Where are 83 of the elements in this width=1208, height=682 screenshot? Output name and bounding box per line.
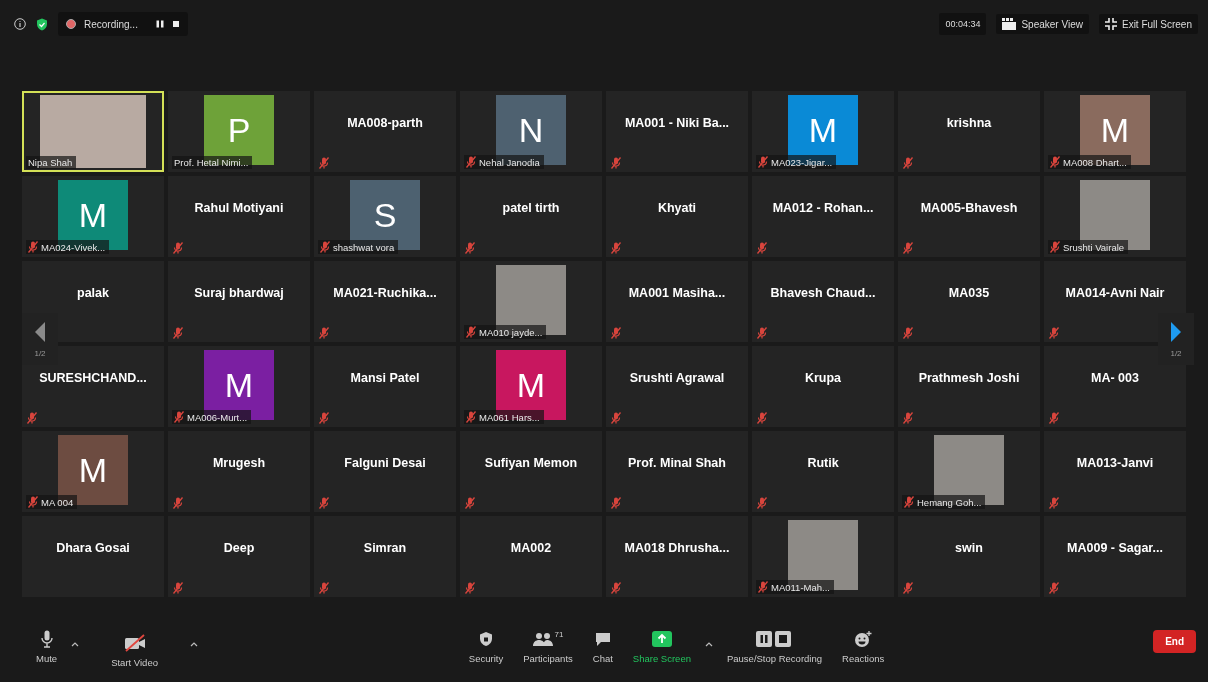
participant-name: Falguni Desai [344, 455, 426, 470]
participant-name: Nipa Shah [28, 157, 73, 168]
participant-name: MA011-Mah... [771, 581, 830, 593]
participant-name: shashwat vora [333, 241, 395, 253]
participant-name: patel tirth [502, 200, 560, 215]
share-button[interactable]: Share Screen [624, 630, 699, 664]
participant-name: MA 004 [41, 496, 74, 508]
participant-name: MA008 Dhart... [1063, 156, 1127, 168]
video-off-icon [122, 634, 147, 652]
participant-name: MA001 - Niki Ba... [624, 115, 730, 130]
participant-name: MA009 - Sagar... [1067, 540, 1163, 555]
participant-name: MA005-Bhavesh [920, 200, 1018, 215]
participant-name: Krupa [804, 370, 842, 385]
participant-name: Mrugesh [212, 455, 266, 470]
participant-name: Khyati [657, 200, 697, 215]
caret-icon [71, 642, 80, 647]
meeting-timer: 00:04:34 [939, 13, 987, 35]
pause-stop-icon [756, 631, 793, 647]
stop-icon[interactable] [171, 20, 180, 28]
record-button[interactable]: Pause/Stop Recording [718, 630, 830, 664]
participant-name: Prathmesh Joshi [918, 370, 1020, 385]
microphone-icon [40, 630, 53, 648]
recording-label: Recording... [84, 18, 138, 30]
participant-name: Bhavesh Chaud... [770, 285, 876, 300]
end-button[interactable]: End [1153, 630, 1196, 653]
participant-name: MA061 Hars... [479, 411, 540, 423]
share-screen-icon [651, 631, 672, 647]
left-arrow-icon [33, 320, 47, 343]
participant-name: Srushti Agrawal [629, 370, 725, 385]
participant-name: MA014-Avni Nair [1065, 285, 1165, 300]
shield-icon[interactable] [36, 17, 48, 31]
participant-name: MA021-Ruchika... [333, 285, 437, 300]
participant-name: Hemang Goh... [917, 496, 982, 508]
participant-name: Suraj bhardwaj [194, 285, 284, 300]
mic-button[interactable]: Mute [28, 630, 66, 664]
exit-full-screen-button[interactable]: Exit Full Screen [1098, 14, 1198, 34]
participant-name: Deep [223, 540, 255, 555]
chat-icon [594, 631, 611, 647]
participant-name: MA018 Dhrusha... [624, 540, 730, 555]
participant-name: MA023-Jigar... [771, 156, 833, 168]
grid-icon [1002, 18, 1017, 30]
participant-name: MA013-Janvi [1076, 455, 1154, 470]
security-icon [478, 631, 493, 647]
participant-name: MA- 003 [1091, 370, 1139, 385]
exit-full-screen-icon [1104, 18, 1117, 30]
participant-name: Dhara Gosai [56, 540, 130, 555]
video-button[interactable]: Start Video [103, 634, 166, 682]
participant-name: MA001 Masiha... [628, 285, 726, 300]
caret-icon [189, 642, 198, 647]
security-button[interactable]: Security [460, 630, 512, 664]
participant-name: SURESHCHAND... [39, 370, 147, 385]
participant-name: Rutik [807, 455, 839, 470]
participant-name: Nehal Janodia [479, 156, 540, 168]
right-arrow-icon [1169, 320, 1183, 343]
participant-name: Prof. Minal Shah [628, 455, 726, 470]
participants-button[interactable]: 71 Participants [515, 630, 581, 664]
participants-icon [532, 632, 553, 646]
caret-icon [704, 642, 713, 647]
participant-name: MA002 [510, 540, 552, 555]
participant-count: 71 [554, 630, 564, 639]
participant-name: palak [77, 285, 109, 300]
chat-button[interactable]: Chat [584, 630, 621, 664]
participant-name: swin [955, 540, 983, 555]
reactions-button[interactable]: Reactions [834, 630, 893, 664]
next-page-button[interactable]: 1/2 [1158, 313, 1194, 365]
info-icon[interactable] [14, 18, 26, 30]
participant-name: Simran [363, 540, 407, 555]
participant-name: Sufiyan Memon [484, 455, 578, 470]
pause-icon[interactable] [155, 20, 164, 28]
participant-name: MA024-Vivek... [41, 241, 106, 253]
participant-name: MA006-Murt... [187, 411, 248, 423]
speaker-view-button[interactable]: Speaker View [996, 14, 1089, 34]
participant-name: Mansi Patel [350, 370, 420, 385]
participant-name: Srushti Vairale [1063, 241, 1125, 253]
participant-name: MA012 - Rohan... [772, 200, 874, 215]
participant-name: MA035 [948, 285, 990, 300]
participant-name: Rahul Motiyani [194, 200, 284, 215]
participant-name: MA008-parth [347, 115, 423, 130]
recording-dot-icon [66, 19, 76, 29]
participant-name: Prof. Hetal Nimi... [174, 157, 249, 168]
participant-name: MA010 jayde... [479, 326, 543, 338]
reactions-icon [854, 631, 873, 647]
participant-name: krishna [946, 115, 992, 130]
